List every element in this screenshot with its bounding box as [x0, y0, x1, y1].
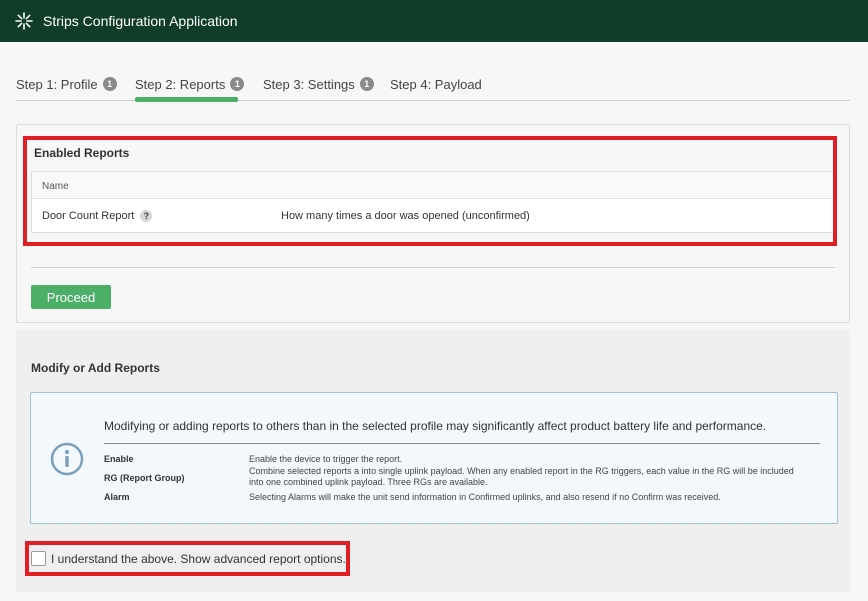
tab-step-2-reports[interactable]: Step 2: Reports 1 [135, 76, 245, 92]
definition-term-rg: RG (Report Group) [104, 473, 185, 483]
active-tab-indicator [135, 97, 238, 102]
app-header: Strips Configuration Application [0, 0, 868, 42]
definition-term-enable: Enable [104, 454, 134, 464]
app-title: Strips Configuration Application [43, 13, 238, 29]
info-separator [104, 443, 820, 444]
tab-label: Step 4: Payload [390, 76, 482, 92]
tab-badge: 1 [102, 77, 117, 91]
warning-text: Modifying or adding reports to others th… [104, 419, 767, 433]
tab-badge: 1 [230, 77, 245, 91]
definition-term-alarm: Alarm [104, 492, 130, 502]
tab-step-1-profile[interactable]: Step 1: Profile 1 [16, 76, 117, 92]
tab-step-4-payload[interactable]: Step 4: Payload [390, 76, 482, 92]
tab-step-3-settings[interactable]: Step 3: Settings 1 [263, 76, 374, 92]
definition-desc-enable: Enable the device to trigger the report. [249, 454, 403, 464]
tab-label: Step 3: Settings [263, 76, 355, 92]
modify-reports-title: Modify or Add Reports [31, 361, 160, 375]
step-tabs [0, 42, 868, 102]
tab-label: Step 2: Reports [135, 76, 226, 92]
definition-desc-rg: Combine selected reports a into single u… [249, 466, 794, 487]
definition-desc-alarm: Selecting Alarms will make the unit send… [249, 492, 721, 502]
panel-divider [31, 267, 835, 268]
highlight-box-checkbox [25, 541, 350, 576]
info-icon [50, 442, 84, 476]
app-logo-icon [15, 12, 33, 30]
tab-label: Step 1: Profile [16, 76, 98, 92]
proceed-button[interactable]: Proceed [31, 285, 111, 309]
tab-badge: 1 [359, 77, 374, 91]
highlight-box-enabled-reports [23, 136, 837, 246]
